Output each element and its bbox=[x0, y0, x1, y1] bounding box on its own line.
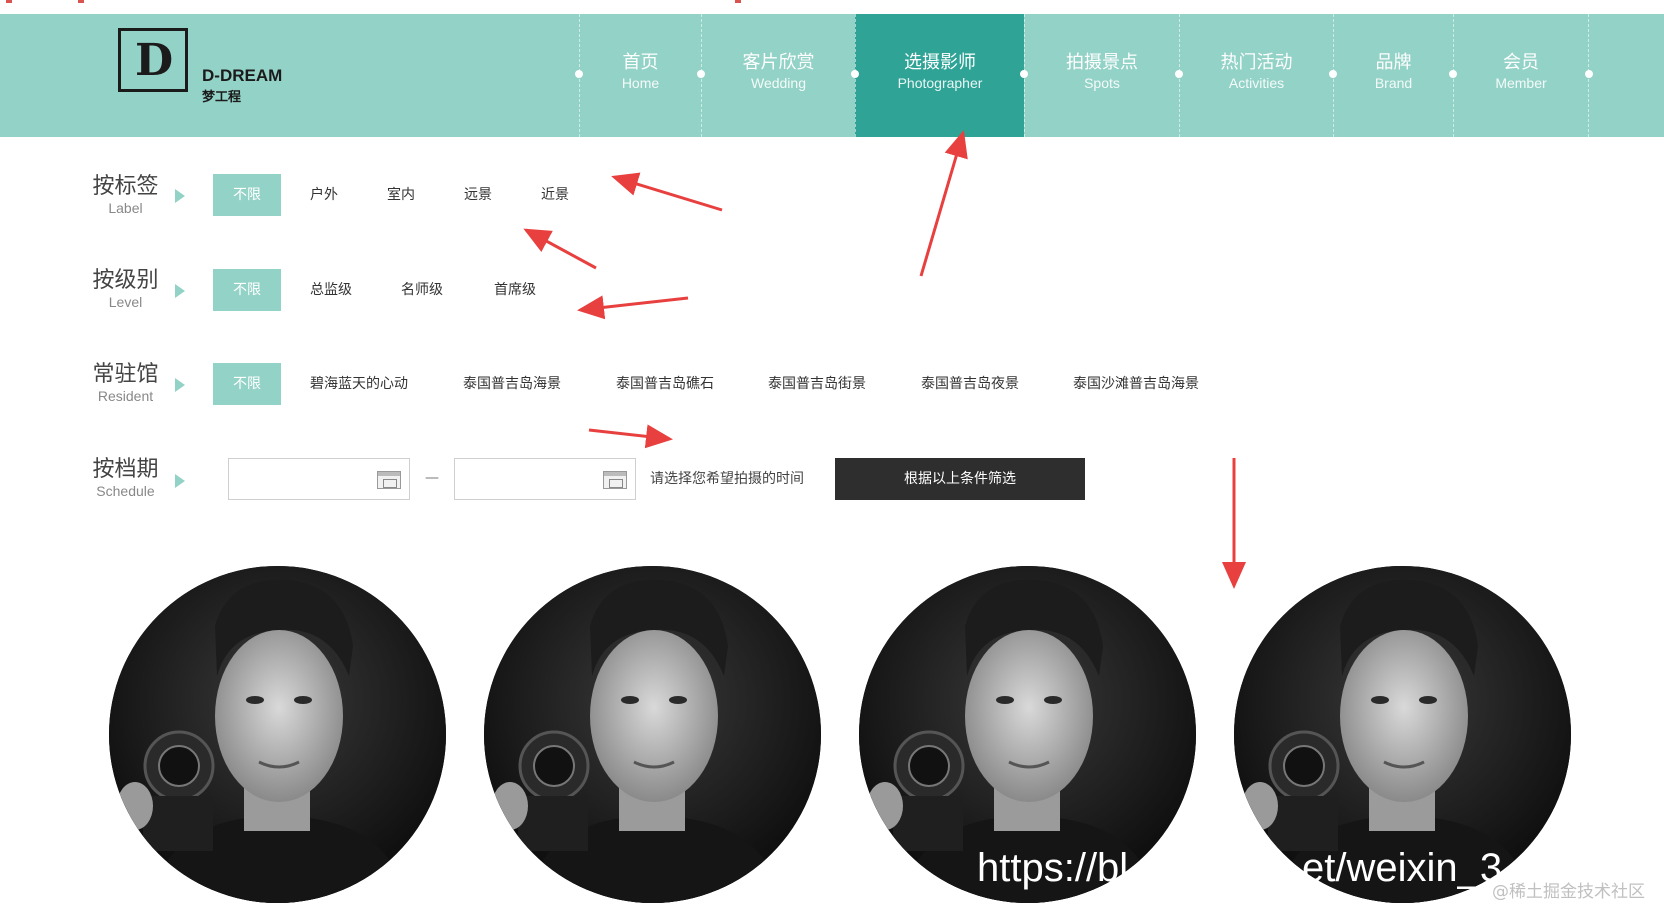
filter-option[interactable]: 首席级 bbox=[494, 269, 536, 311]
filter-title-cn: 常驻馆 bbox=[92, 362, 159, 387]
filter-title-cn: 按标签 bbox=[92, 174, 159, 199]
annotation-arrow bbox=[523, 228, 597, 270]
filter-option[interactable]: 总监级 bbox=[310, 269, 352, 311]
nav-label-en: Activities bbox=[1228, 75, 1285, 91]
nav-label-en: Wedding bbox=[750, 75, 806, 91]
annotation-arrow bbox=[588, 424, 673, 449]
filter-title-en: Schedule bbox=[96, 483, 155, 499]
filter-option[interactable]: 不限 bbox=[213, 174, 281, 216]
nav-label-en: Spots bbox=[1084, 75, 1120, 91]
date-range-separator: — bbox=[425, 470, 439, 486]
nav-label-en: Brand bbox=[1374, 75, 1413, 91]
annotation-arrow bbox=[611, 172, 723, 212]
annotation-arrow bbox=[577, 295, 689, 320]
nav-divider-dot bbox=[851, 70, 859, 78]
filter-title-schedule: 按档期 Schedule bbox=[88, 457, 163, 499]
nav-label-en: Home bbox=[621, 75, 660, 91]
triangle-right-icon bbox=[175, 284, 185, 298]
filter-option[interactable]: 名师级 bbox=[401, 269, 443, 311]
filter-option[interactable]: 泰国普吉岛礁石 bbox=[616, 363, 714, 405]
filter-option[interactable]: 碧海蓝天的心动 bbox=[310, 363, 408, 405]
triangle-right-icon bbox=[175, 378, 185, 392]
photographer-card[interactable] bbox=[109, 566, 446, 903]
nav-label-en: Photographer bbox=[897, 75, 983, 91]
filter-title-cn: 按级别 bbox=[92, 268, 159, 293]
filter-option[interactable]: 近景 bbox=[541, 174, 569, 216]
filter-option[interactable]: 泰国普吉岛街景 bbox=[768, 363, 866, 405]
filter-option[interactable]: 室内 bbox=[387, 174, 415, 216]
filter-title-en: Level bbox=[108, 294, 143, 310]
photographer-portrait-icon bbox=[109, 566, 446, 903]
nav-divider-dot bbox=[575, 70, 583, 78]
filter-option[interactable]: 不限 bbox=[213, 269, 281, 311]
triangle-right-icon bbox=[175, 474, 185, 488]
calendar-icon[interactable] bbox=[377, 471, 401, 489]
filter-option[interactable]: 泰国普吉岛海景 bbox=[463, 363, 561, 405]
photographer-card[interactable] bbox=[484, 566, 821, 903]
filter-title-cn: 按档期 bbox=[92, 457, 159, 482]
filter-option[interactable]: 泰国普吉岛夜景 bbox=[921, 363, 1019, 405]
filter-option[interactable]: 远景 bbox=[464, 174, 492, 216]
brand-name-cn: 梦工程 bbox=[202, 90, 242, 105]
watermark-url-part: https://bl bbox=[977, 846, 1129, 890]
brand-name-en: D-DREAM bbox=[202, 66, 283, 85]
triangle-right-icon bbox=[175, 189, 185, 203]
filter-submit-button[interactable]: 根据以上条件筛选 bbox=[835, 458, 1085, 500]
filter-title-resident: 常驻馆 Resident bbox=[88, 362, 163, 404]
calendar-icon[interactable] bbox=[603, 471, 627, 489]
end-date-input[interactable] bbox=[454, 458, 636, 500]
start-date-input[interactable] bbox=[228, 458, 410, 500]
annotation-arrow bbox=[919, 130, 968, 277]
watermark-url-part: et/weixin_3 bbox=[1302, 846, 1503, 890]
nav-divider-dot bbox=[1585, 70, 1593, 78]
filter-option[interactable]: 户外 bbox=[310, 174, 338, 216]
filter-title-level: 按级别 Level bbox=[88, 268, 163, 310]
filter-option[interactable]: 不限 bbox=[213, 363, 281, 405]
schedule-hint: 请选择您希望拍摄的时间 bbox=[650, 471, 804, 487]
filter-title-label: 按标签 Label bbox=[88, 174, 163, 216]
photographer-portrait-icon bbox=[484, 566, 821, 903]
filter-title-en: Label bbox=[108, 200, 143, 216]
filter-option[interactable]: 泰国沙滩普吉岛海景 bbox=[1073, 363, 1199, 405]
filter-title-en: Resident bbox=[97, 388, 154, 404]
nav-divider-dot bbox=[697, 70, 705, 78]
nav-divider-dot bbox=[1020, 70, 1028, 78]
nav-label-en: Member bbox=[1495, 75, 1547, 91]
watermark-site: @稀土掘金技术社区 bbox=[1492, 882, 1645, 902]
filter-row-schedule: 按档期 Schedule bbox=[0, 0, 1664, 499]
nav-divider-dot bbox=[1329, 70, 1337, 78]
nav-divider-dot bbox=[1175, 70, 1183, 78]
nav-divider-dot bbox=[1449, 70, 1457, 78]
